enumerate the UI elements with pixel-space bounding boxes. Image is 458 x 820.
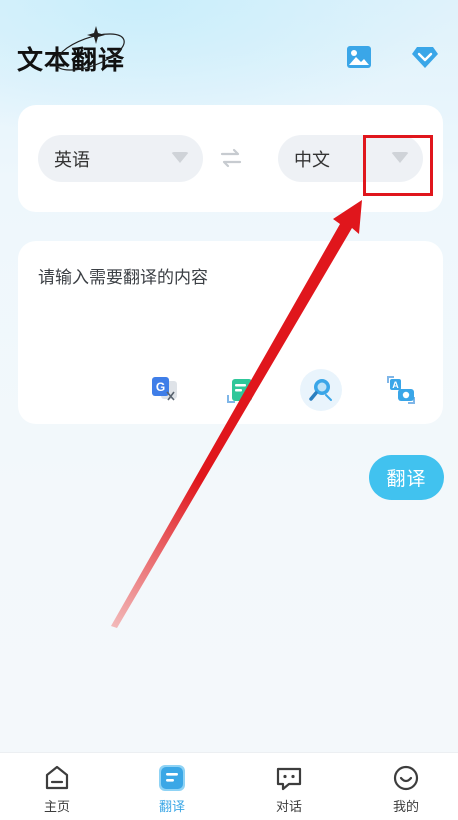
text-scan-icon[interactable]	[220, 369, 262, 411]
app-header: 文本翻译	[0, 0, 458, 105]
search-icon[interactable]	[300, 369, 342, 411]
source-language-label: 英语	[54, 149, 90, 171]
chat-icon	[276, 767, 302, 791]
home-icon	[45, 765, 69, 790]
text-input-card[interactable]: 请输入需要翻译的内容 G A	[18, 241, 443, 424]
annotation-highlight-box	[363, 135, 433, 196]
profile-icon	[393, 765, 419, 791]
vip-diamond-icon[interactable]	[410, 42, 440, 72]
photo-translate-icon[interactable]: A	[380, 369, 422, 411]
bottom-tab-bar: 主页 翻译 对话 我的	[0, 752, 458, 820]
svg-text:G: G	[156, 380, 165, 394]
svg-text:A: A	[392, 380, 399, 390]
tab-label: 翻译	[158, 800, 185, 815]
tab-profile[interactable]: 我的	[349, 753, 458, 820]
tab-label: 主页	[43, 800, 70, 815]
translate-icon	[159, 765, 185, 791]
tab-label: 我的	[392, 800, 419, 815]
translate-button[interactable]: 翻译	[369, 455, 444, 500]
target-language-label: 中文	[294, 149, 330, 171]
tab-chat[interactable]: 对话	[232, 753, 346, 820]
page-title: 文本翻译	[17, 46, 126, 76]
tab-translate[interactable]: 翻译	[115, 753, 229, 820]
google-translate-icon[interactable]: G	[144, 369, 186, 411]
tab-home[interactable]: 主页	[0, 753, 114, 820]
swap-arrows-icon[interactable]	[219, 147, 243, 169]
translate-input[interactable]: 请输入需要翻译的内容	[38, 263, 208, 288]
tab-label: 对话	[275, 800, 302, 815]
image-icon[interactable]	[344, 42, 374, 72]
chevron-down-icon	[171, 152, 189, 163]
source-language-select[interactable]: 英语	[38, 135, 203, 182]
